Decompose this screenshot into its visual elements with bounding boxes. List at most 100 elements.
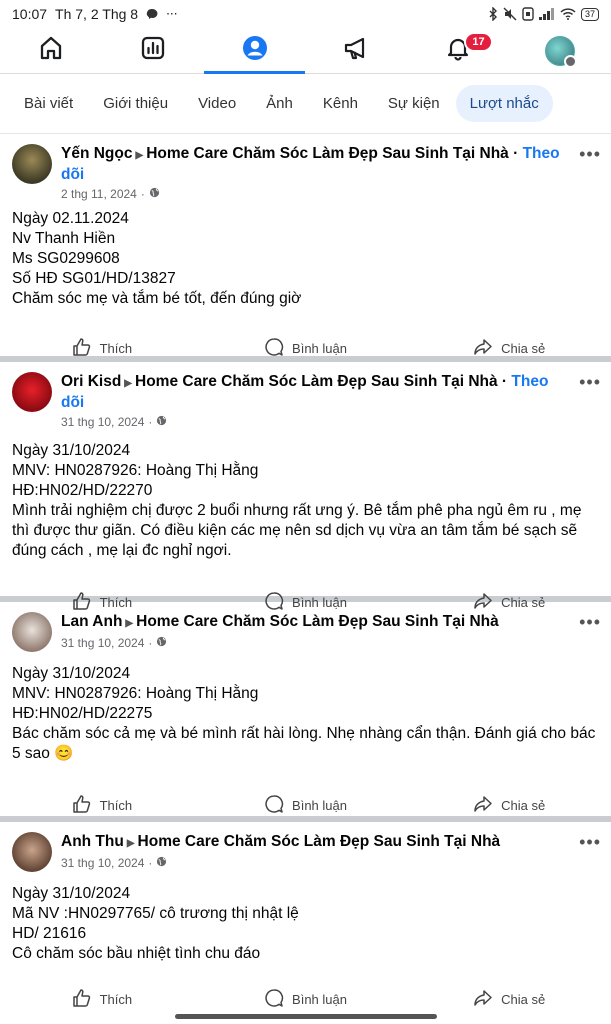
tab-posts[interactable]: Bài viết [10,85,87,122]
clock: 10:07 [12,6,48,22]
post-date[interactable]: 31 thg 10, 2024 [61,415,144,429]
home-icon [38,35,64,66]
post-line: Chăm sóc mẹ và tắm bé tốt, đến đúng giờ [12,290,302,307]
nav-account[interactable] [509,28,611,73]
post-line: Ngày 02.11.2024 [12,210,129,227]
share-button[interactable]: Chia sẻ [407,337,611,360]
post-line: HĐ:HN02/HD/22270 [12,482,153,499]
post: Yến Ngọc ▶ Home Care Chăm Sóc Làm Đẹp Sau … [0,134,611,362]
post-line: Ms SG0299608 [12,250,120,267]
post-body: Ngày 02.11.2024 Nv Thanh Hiền Ms SG02996… [0,201,611,309]
post-body: Ngày 31/10/2024 MNV: HN0287926: Hoàng Th… [0,652,611,764]
sim-icon [522,7,534,21]
tab-mentions[interactable]: Lượt nhắc [455,85,553,122]
menu-indicator-icon [564,54,578,68]
tab-photos[interactable]: Ảnh [252,85,307,122]
share-button[interactable]: Chia sẻ [407,794,611,817]
author-name[interactable]: Yến Ngọc [61,145,132,162]
more-options-icon[interactable]: ••• [579,372,601,393]
post-line: Số HĐ SG01/HD/13827 [12,270,176,287]
share-button[interactable]: Chia sẻ [407,988,611,1011]
page-name[interactable]: Home Care Chăm Sóc Làm Đẹp Sau Sinh Tại … [146,145,509,162]
author-avatar[interactable] [12,612,52,652]
post: Anh Thu ▶ Home Care Chăm Sóc Làm Đẹp Sau S… [0,822,611,1024]
post-body: Ngày 31/10/2024 Mã NV :HN0297765/ cô trư… [0,872,611,964]
post-line: HD/ 21616 [12,925,87,942]
comment-button[interactable]: Bình luận [204,794,408,817]
like-label: Thích [99,797,133,813]
share-label: Chia sẻ [501,991,546,1007]
comment-label: Bình luận [292,340,347,356]
page-name[interactable]: Home Care Chăm Sóc Làm Đẹp Sau Sinh Tại … [136,613,499,630]
globe-icon [156,636,167,650]
post-line: MNV: HN0287926: Hoàng Thị Hằng [12,462,259,479]
nav-notifications[interactable]: 17 [407,28,509,73]
comment-button[interactable]: Bình luận [204,337,408,360]
thumbs-up-icon [72,337,92,360]
nav-dashboard[interactable] [102,28,204,73]
wifi-icon [560,8,576,20]
globe-icon [156,415,167,429]
top-navigation: 17 [0,28,611,74]
tab-events[interactable]: Sự kiện [374,85,454,122]
page-name[interactable]: Home Care Chăm Sóc Làm Đẹp Sau Sinh Tại … [135,373,498,390]
nav-megaphone[interactable] [305,28,407,73]
globe-icon [156,856,167,870]
comment-button[interactable]: Bình luận [204,988,408,1011]
more-options-icon[interactable]: ••• [579,612,601,633]
profile-icon [241,34,269,67]
author-avatar[interactable] [12,372,52,412]
like-label: Thích [99,991,133,1007]
post-line: MNV: HN0287926: Hoàng Thị Hằng [12,685,259,702]
comment-icon [264,337,284,360]
globe-icon [149,187,160,201]
home-indicator[interactable] [175,1014,437,1019]
post-line: Cô chăm sóc bầu nhiệt tình chu đáo [12,945,261,962]
more-notifications-icon: ⋅⋅⋅ [166,7,178,21]
comment-label: Bình luận [292,797,347,813]
tab-video[interactable]: Video [184,85,250,122]
thumbs-up-icon [72,794,92,817]
nav-profile[interactable] [203,28,306,74]
more-options-icon[interactable]: ••• [579,144,601,165]
bluetooth-icon [488,7,498,21]
thumbs-up-icon [72,988,92,1011]
post-date[interactable]: 2 thg 11, 2024 [61,187,137,201]
dashboard-icon [140,35,166,66]
author-name[interactable]: Anh Thu [61,833,124,850]
account-avatar [545,35,578,68]
post-body: Ngày 31/10/2024 MNV: HN0287926: Hoàng Th… [0,429,611,561]
notification-badge: 17 [464,32,493,52]
comment-icon [264,794,284,817]
post-date[interactable]: 31 thg 10, 2024 [61,636,144,650]
arrow-icon: ▶ [126,838,135,849]
tab-about[interactable]: Giới thiệu [89,85,182,122]
post-line: Bác chăm sóc cả mẹ và bé mình rất hài lò… [12,725,596,762]
post-line: Mình trải nghiệm chị được 2 buổi nhưng r… [12,502,582,559]
comment-icon [264,988,284,1011]
messenger-icon [146,8,158,20]
post-line: HĐ:HN02/HD/22275 [12,705,153,722]
author-name[interactable]: Lan Anh [61,613,122,630]
post-line: Mã NV :HN0297765/ cô trương thị nhật lệ [12,905,299,922]
page-name[interactable]: Home Care Chăm Sóc Làm Đẹp Sau Sinh Tại … [138,833,501,850]
share-icon [473,337,493,360]
date: Th 7, 2 Thg 8 [55,6,139,22]
status-bar: 10:07 Th 7, 2 Thg 8 ⋅⋅⋅ 37 [0,0,611,28]
post-line: Ngày 31/10/2024 [12,442,131,459]
author-avatar[interactable] [12,144,52,184]
megaphone-icon [342,35,370,66]
tab-channels[interactable]: Kênh [309,85,372,122]
share-label: Chia sẻ [501,340,546,356]
like-button[interactable]: Thích [0,988,204,1011]
author-name[interactable]: Ori Kisd [61,373,121,390]
post-line: Ngày 31/10/2024 [12,665,131,682]
like-button[interactable]: Thích [0,337,204,360]
post-date[interactable]: 31 thg 10, 2024 [61,856,144,870]
more-options-icon[interactable]: ••• [579,832,601,853]
like-button[interactable]: Thích [0,794,204,817]
author-avatar[interactable] [12,832,52,872]
post: Lan Anh ▶ Home Care Chăm Sóc Làm Đẹp Sau S… [0,602,611,822]
nav-home[interactable] [0,28,102,73]
signal-icon [538,8,555,20]
